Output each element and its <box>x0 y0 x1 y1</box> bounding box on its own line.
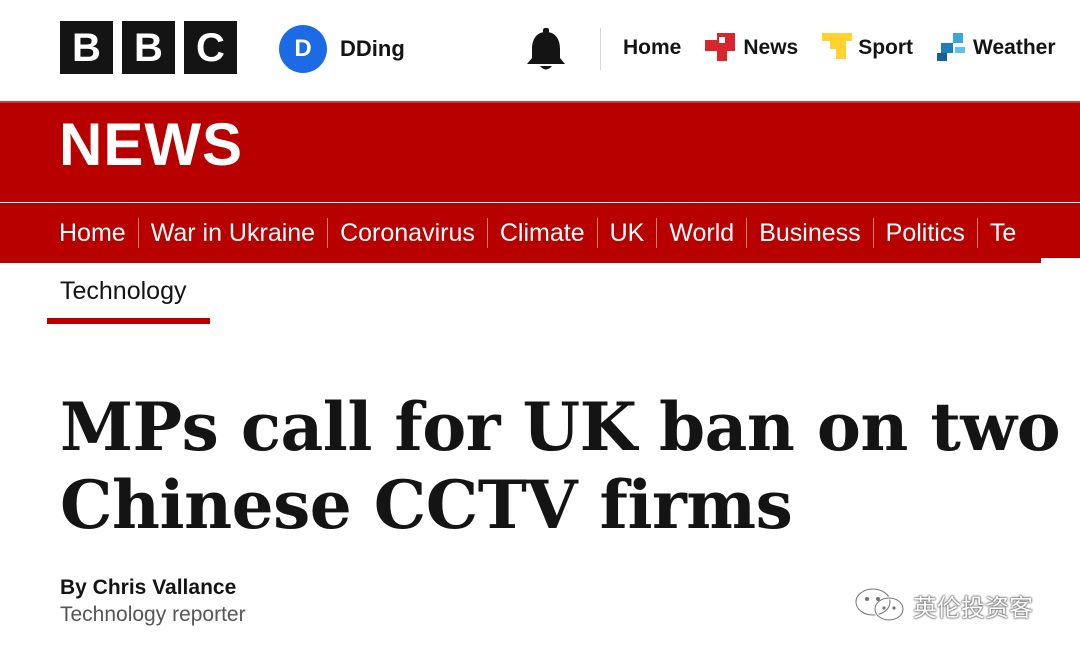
global-nav-news[interactable]: News <box>705 33 798 63</box>
section-nav-tech[interactable]: Te <box>990 217 1016 249</box>
section-separator <box>656 218 658 248</box>
banner-divider <box>0 101 1080 103</box>
news-title[interactable]: NEWS <box>59 115 243 175</box>
article-headline: MPs call for UK ban on two Chinese CCTV … <box>60 388 1061 544</box>
author-role: Technology reporter <box>60 603 246 626</box>
account-name: DDing <box>340 36 405 61</box>
section-nav-world[interactable]: World <box>669 217 734 249</box>
section-separator <box>486 218 488 248</box>
section-nav-uk[interactable]: UK <box>610 217 645 249</box>
news-banner: NEWS <box>0 101 1080 202</box>
section-nav: Home War in Ukraine Coronavirus Climate … <box>0 203 1080 263</box>
section-nav-coronavirus[interactable]: Coronavirus <box>340 217 475 249</box>
global-nav-home[interactable]: Home <box>623 36 681 60</box>
section-separator <box>137 218 139 248</box>
section-nav-business[interactable]: Business <box>759 217 860 249</box>
wechat-icon <box>854 587 905 622</box>
global-nav-label: Weather <box>973 36 1056 59</box>
account-link[interactable]: D DDing <box>279 25 405 73</box>
news-icon <box>705 33 736 61</box>
section-separator <box>596 218 598 248</box>
global-nav-weather[interactable]: Weather <box>937 33 1056 63</box>
section-nav-politics[interactable]: Politics <box>886 217 965 249</box>
notifications-bell-icon[interactable] <box>524 27 568 73</box>
global-nav-label: News <box>743 36 799 59</box>
global-nav-sport[interactable]: Sport <box>822 33 913 63</box>
bbc-logo-block: B <box>60 21 113 74</box>
section-separator <box>327 218 329 248</box>
global-nav-label: Home <box>623 36 682 59</box>
section-nav-war-in-ukraine[interactable]: War in Ukraine <box>151 217 315 249</box>
avatar: D <box>279 25 327 73</box>
global-nav: Home News Sport Weather <box>623 33 1080 63</box>
subnav-active-indicator <box>47 318 210 324</box>
header-divider <box>600 28 601 70</box>
wechat-watermark: 英伦投资客 <box>853 587 1033 623</box>
nav-corner-notch <box>1041 258 1080 264</box>
bbc-logo-block: B <box>122 21 175 74</box>
section-separator <box>976 218 978 248</box>
watermark-text: 英伦投资客 <box>913 593 1033 622</box>
subnav-technology[interactable]: Technology <box>60 277 186 306</box>
section-nav-home[interactable]: Home <box>59 217 126 249</box>
section-separator <box>872 218 874 248</box>
sport-icon <box>822 33 853 59</box>
section-nav-climate[interactable]: Climate <box>500 217 585 249</box>
global-nav-label: Sport <box>858 36 914 59</box>
section-separator <box>746 218 748 248</box>
global-header: B B C D DDing Home News Sport Weather <box>0 0 1080 100</box>
bbc-logo[interactable]: B B C <box>60 21 237 74</box>
weather-icon <box>937 33 966 61</box>
bbc-logo-block: C <box>184 21 237 74</box>
article-byline: By Chris Vallance <box>60 576 237 599</box>
